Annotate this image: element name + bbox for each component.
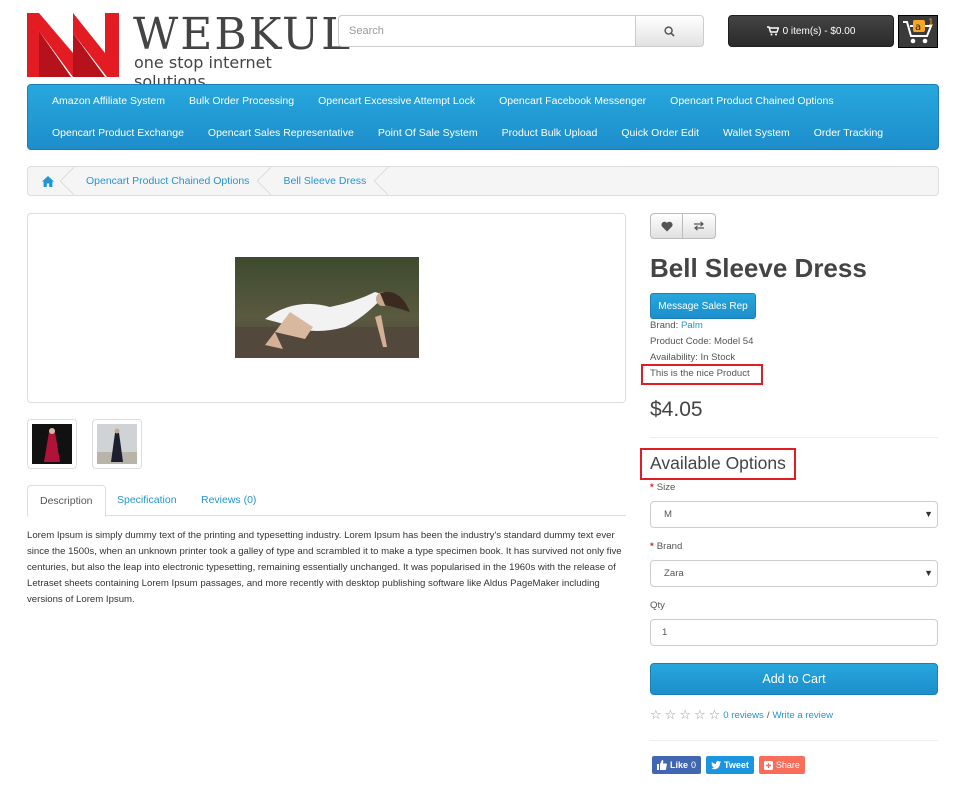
- available-options-heading: Available Options: [650, 453, 786, 473]
- menu-item-bulk-order[interactable]: Bulk Order Processing: [177, 94, 306, 108]
- webkul-logo-mark-icon: [27, 13, 119, 77]
- rating-separator: /: [766, 709, 770, 721]
- qty-label: Qty: [650, 600, 665, 611]
- size-select[interactable]: M ▼: [650, 501, 938, 528]
- menu-item-chained-options[interactable]: Opencart Product Chained Options: [658, 94, 845, 108]
- product-availability: Availability: In Stock: [650, 352, 736, 363]
- cart-total-label: 0 item(s) - $0.00: [782, 25, 856, 37]
- size-label: * Size: [650, 482, 676, 493]
- cart-button[interactable]: 0 item(s) - $0.00: [728, 15, 894, 47]
- menu-item-amazon-affiliate[interactable]: Amazon Affiliate System: [40, 94, 177, 108]
- home-icon: [42, 175, 54, 187]
- svg-text:a: a: [915, 22, 921, 33]
- like-label: Like: [670, 760, 689, 770]
- required-asterisk: *: [650, 482, 654, 493]
- product-code: Product Code: Model 54: [650, 336, 754, 347]
- svg-text:1: 1: [928, 18, 934, 28]
- brand-link[interactable]: Palm: [681, 320, 703, 331]
- star-empty-icon: ☆: [664, 707, 677, 722]
- twitter-icon: [711, 760, 722, 769]
- star-empty-icon: ☆: [708, 707, 721, 722]
- plus-icon: [763, 760, 773, 770]
- brand-select-value: Zara: [664, 568, 684, 579]
- share-button[interactable]: Share: [758, 756, 805, 774]
- divider: [650, 437, 938, 438]
- menu-item-order-tracking[interactable]: Order Tracking: [802, 126, 895, 140]
- exchange-icon: [694, 221, 704, 231]
- write-review-link[interactable]: Write a review: [772, 710, 833, 721]
- product-photo: [235, 257, 419, 358]
- wishlist-button[interactable]: [650, 213, 683, 239]
- thumbs-up-icon: [657, 760, 667, 770]
- menu-row-1: Amazon Affiliate System Bulk Order Proce…: [40, 94, 846, 108]
- menu-item-point-of-sale[interactable]: Point Of Sale System: [366, 126, 490, 140]
- wishlist-compare-group: [650, 213, 716, 239]
- search-input[interactable]: [338, 15, 636, 47]
- required-asterisk: *: [650, 541, 654, 552]
- brand-option-label: * Brand: [650, 541, 683, 552]
- tab-reviews[interactable]: Reviews (0): [189, 485, 268, 516]
- chevron-down-icon: ▼: [924, 568, 933, 578]
- menu-item-excessive-attempt-lock[interactable]: Opencart Excessive Attempt Lock: [306, 94, 487, 108]
- chevron-down-icon: ▼: [924, 509, 933, 519]
- search-button[interactable]: [636, 15, 704, 47]
- product-tabs: Description Specification Reviews (0): [27, 485, 626, 517]
- main-menu: Amazon Affiliate System Bulk Order Proce…: [27, 84, 939, 150]
- menu-item-facebook-messenger[interactable]: Opencart Facebook Messenger: [487, 94, 658, 108]
- facebook-like-button[interactable]: Like 0: [652, 756, 702, 774]
- star-empty-icon: ☆: [693, 707, 706, 722]
- star-empty-icon: ☆: [679, 707, 691, 722]
- search-icon: [664, 25, 675, 37]
- search-bar: [338, 15, 704, 47]
- breadcrumb-item-product[interactable]: Bell Sleeve Dress: [271, 167, 389, 195]
- breadcrumb-home[interactable]: [28, 167, 74, 195]
- breadcrumb-item-category[interactable]: Opencart Product Chained Options: [74, 167, 272, 195]
- compare-button[interactable]: [683, 213, 716, 239]
- product-brand: Brand: Palm: [650, 320, 703, 331]
- like-count: 0: [691, 760, 697, 770]
- product-price: $4.05: [650, 398, 703, 421]
- brand-select[interactable]: Zara ▼: [650, 560, 938, 587]
- star-empty-icon: ☆: [650, 707, 662, 722]
- product-main-image[interactable]: [27, 213, 626, 403]
- tab-specification[interactable]: Specification: [105, 485, 189, 516]
- add-to-cart-button[interactable]: Add to Cart: [650, 663, 938, 695]
- product-description: Lorem Ipsum is simply dummy text of the …: [27, 530, 622, 605]
- size-select-value: M: [664, 509, 672, 520]
- thumbnail-2[interactable]: [92, 419, 142, 469]
- thumbnail-1[interactable]: [27, 419, 77, 469]
- message-sales-rep-button[interactable]: Message Sales Rep: [650, 293, 756, 319]
- menu-item-product-bulk-upload[interactable]: Product Bulk Upload: [490, 126, 610, 140]
- reviews-link[interactable]: 0 reviews: [723, 710, 764, 721]
- social-buttons: Like 0 Tweet Share: [652, 756, 805, 774]
- divider: [650, 740, 938, 741]
- tweet-label: Tweet: [724, 760, 749, 770]
- share-label: Share: [775, 760, 800, 770]
- amazon-cart-icon[interactable]: a 1: [898, 15, 938, 48]
- menu-item-wallet-system[interactable]: Wallet System: [711, 126, 802, 140]
- tab-description[interactable]: Description: [27, 485, 106, 517]
- product-title: Bell Sleeve Dress: [650, 253, 867, 283]
- breadcrumb: Opencart Product Chained Options Bell Sl…: [27, 166, 939, 196]
- menu-row-2: Opencart Product Exchange Opencart Sales…: [40, 126, 895, 140]
- menu-item-quick-order-edit[interactable]: Quick Order Edit: [609, 126, 711, 140]
- shopping-cart-icon: [766, 26, 779, 36]
- tweet-button[interactable]: Tweet: [706, 756, 754, 774]
- product-note: This is the nice Product: [650, 368, 750, 379]
- rating-row: ☆ ☆ ☆ ☆ ☆ 0 reviews / Write a review: [650, 708, 833, 722]
- heart-icon: [660, 221, 673, 231]
- webkul-logo[interactable]: WEBKUL one stop internet solutions: [27, 9, 350, 91]
- menu-item-product-exchange[interactable]: Opencart Product Exchange: [40, 126, 196, 140]
- menu-item-sales-representative[interactable]: Opencart Sales Representative: [196, 126, 366, 140]
- brand-label: Brand:: [650, 320, 679, 331]
- quantity-input[interactable]: 1: [650, 619, 938, 646]
